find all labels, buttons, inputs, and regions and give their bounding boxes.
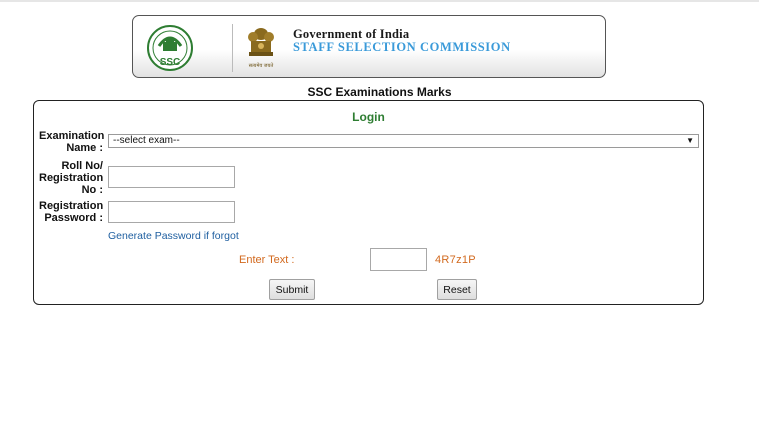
captcha-input[interactable] <box>370 248 427 271</box>
national-emblem-icon: सत्यमेव जयते <box>248 28 274 69</box>
captcha-label: Enter Text : <box>239 254 295 266</box>
login-title: Login <box>352 110 385 124</box>
header-divider <box>232 24 233 72</box>
submit-button[interactable]: Submit <box>269 279 315 300</box>
exam-name-label-line1: Examination <box>39 130 105 142</box>
roll-no-input[interactable] <box>108 166 235 188</box>
ssc-logo-icon: SSC <box>147 25 193 71</box>
password-label: Registration Password : <box>39 200 103 224</box>
login-panel: Login Examination Name : --select exam--… <box>33 100 704 305</box>
password-label-line1: Registration <box>39 200 104 212</box>
password-label-line2: Password : <box>44 212 103 224</box>
password-input[interactable] <box>108 201 235 223</box>
header-banner: SSC सत्यमेव जयते Government of India STA… <box>132 15 606 78</box>
page-title: SSC Examinations Marks <box>307 85 452 99</box>
roll-no-label-line2: Registration <box>39 172 104 184</box>
generate-password-link[interactable]: Generate Password if forgot <box>108 230 239 242</box>
exam-name-label: Examination Name : <box>39 130 105 154</box>
captcha-code: 4R7z1P <box>435 254 476 266</box>
exam-select-value: --select exam-- <box>113 135 180 146</box>
roll-no-label-line3: No : <box>81 184 103 196</box>
dropdown-arrow-icon: ▼ <box>686 136 694 145</box>
roll-no-label: Roll No/ Registration No : <box>39 160 103 196</box>
reset-button[interactable]: Reset <box>437 279 477 300</box>
exam-select[interactable]: --select exam-- ▼ <box>108 134 699 148</box>
ssc-logo-text: SSC <box>160 57 181 68</box>
exam-name-label-line2: Name : <box>66 142 103 154</box>
emblem-caption: सत्यमेव जयते <box>249 62 274 69</box>
commission-title: STAFF SELECTION COMMISSION <box>293 40 511 54</box>
roll-no-label-line1: Roll No/ <box>61 160 103 172</box>
top-border <box>0 0 759 2</box>
